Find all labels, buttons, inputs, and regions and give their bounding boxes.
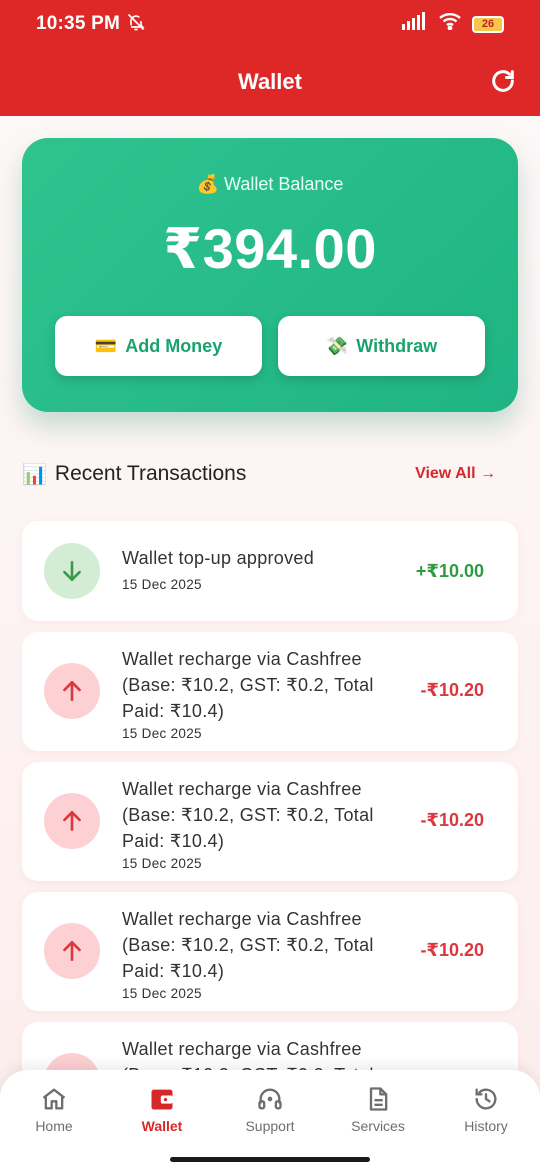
section-title: Recent Transactions (54, 462, 247, 485)
document-icon (363, 1084, 393, 1114)
nav-item-services[interactable]: Services (324, 1070, 432, 1170)
transaction-description: Wallet recharge via Cashfree (Base: ₹10.… (122, 909, 374, 981)
transaction-description: Wallet recharge via Cashfree (Base: ₹10.… (122, 649, 374, 721)
transaction-date: 15 Dec 2025 (122, 577, 202, 592)
signal-icon (402, 12, 428, 36)
nav-item-support[interactable]: Support (216, 1070, 324, 1170)
transaction-text: Wallet top-up approved 15 Dec 2025 (122, 545, 402, 592)
app-bar: Wallet (0, 48, 540, 116)
arrow-up-icon (44, 663, 100, 719)
transaction-date: 15 Dec 2025 (122, 726, 202, 741)
arrow-up-icon (44, 923, 100, 979)
transaction-text: Wallet recharge via Cashfree (Base: ₹10.… (122, 646, 402, 741)
wifi-icon (438, 12, 462, 36)
balance-amount: ₹394.00 (163, 217, 377, 280)
transaction-amount: -₹10.20 (420, 940, 484, 960)
balance-label-text: Wallet Balance (224, 174, 344, 194)
transaction-date: 15 Dec 2025 (122, 856, 202, 871)
transaction-description: Wallet recharge via Cashfree (Base: ₹10.… (122, 779, 374, 851)
transaction-item[interactable]: Wallet recharge via Cashfree (Base: ₹10.… (22, 632, 518, 751)
money-wings-icon: 💸 (325, 335, 349, 356)
transaction-date: 15 Dec 2025 (122, 986, 202, 1001)
transaction-amount: +₹10.00 (415, 561, 484, 581)
nav-item-history[interactable]: History (432, 1070, 540, 1170)
transaction-list: Wallet top-up approved 15 Dec 2025 +₹10.… (22, 521, 518, 1070)
nav-label: Support (245, 1118, 295, 1134)
history-icon (471, 1084, 501, 1114)
page-title: Wallet (238, 69, 302, 94)
transaction-amount: -₹10.20 (420, 810, 484, 830)
nav-label: History (464, 1118, 508, 1134)
nav-label: Services (351, 1118, 405, 1134)
view-all-link[interactable]: View All → (415, 465, 496, 483)
withdraw-button[interactable]: 💸 Withdraw (278, 316, 485, 376)
status-icons: 26 (402, 12, 504, 36)
transaction-item[interactable]: Wallet recharge via Cashfree (Base: ₹10.… (22, 1022, 518, 1070)
withdraw-label: Withdraw (356, 335, 438, 356)
nav-label: Home (35, 1118, 73, 1134)
home-icon (39, 1084, 69, 1114)
status-time: 10:35 PM (36, 13, 120, 34)
bar-chart-icon: 📊 (22, 463, 47, 486)
status-bar: 10:35 PM 26 (0, 0, 540, 48)
balance-label: 💰 Wallet Balance (22, 174, 518, 195)
balance-card: 💰 Wallet Balance ₹394.00 💳 Add Money 💸 W… (22, 138, 518, 412)
transaction-text: Wallet recharge via Cashfree (Base: ₹10.… (122, 776, 402, 871)
refresh-button[interactable] (486, 64, 520, 98)
mute-icon (126, 12, 146, 37)
wallet-icon (147, 1084, 177, 1114)
add-money-label: Add Money (125, 335, 223, 356)
transaction-description: Wallet top-up approved (122, 548, 315, 568)
transaction-item[interactable]: Wallet recharge via Cashfree (Base: ₹10.… (22, 892, 518, 1011)
home-indicator (170, 1157, 370, 1162)
battery-icon: 26 (472, 15, 504, 33)
bottom-nav: Home Wallet Support Services History (0, 1070, 540, 1170)
transaction-description: Wallet recharge via Cashfree (Base: ₹10.… (122, 1039, 373, 1070)
transaction-item[interactable]: Wallet recharge via Cashfree (Base: ₹10.… (22, 762, 518, 881)
headset-icon (255, 1084, 285, 1114)
arrow-up-icon (44, 1053, 100, 1070)
transaction-item[interactable]: Wallet top-up approved 15 Dec 2025 +₹10.… (22, 521, 518, 621)
arrow-down-icon (44, 543, 100, 599)
credit-card-icon: 💳 (94, 335, 118, 356)
add-money-button[interactable]: 💳 Add Money (55, 316, 262, 376)
nav-item-wallet[interactable]: Wallet (108, 1070, 216, 1170)
nav-label: Wallet (141, 1118, 183, 1134)
refresh-icon (492, 70, 514, 92)
transaction-text: Wallet recharge via Cashfree (Base: ₹10.… (122, 1036, 402, 1070)
recent-transactions-header: 📊 Recent Transactions View All → (22, 454, 496, 494)
money-bag-icon: 💰 (196, 174, 219, 194)
arrow-up-icon (44, 793, 100, 849)
transaction-amount: -₹10.20 (420, 680, 484, 700)
nav-item-home[interactable]: Home (0, 1070, 108, 1170)
wallet-content[interactable]: 💰 Wallet Balance ₹394.00 💳 Add Money 💸 W… (0, 116, 540, 1070)
transaction-text: Wallet recharge via Cashfree (Base: ₹10.… (122, 906, 402, 1001)
